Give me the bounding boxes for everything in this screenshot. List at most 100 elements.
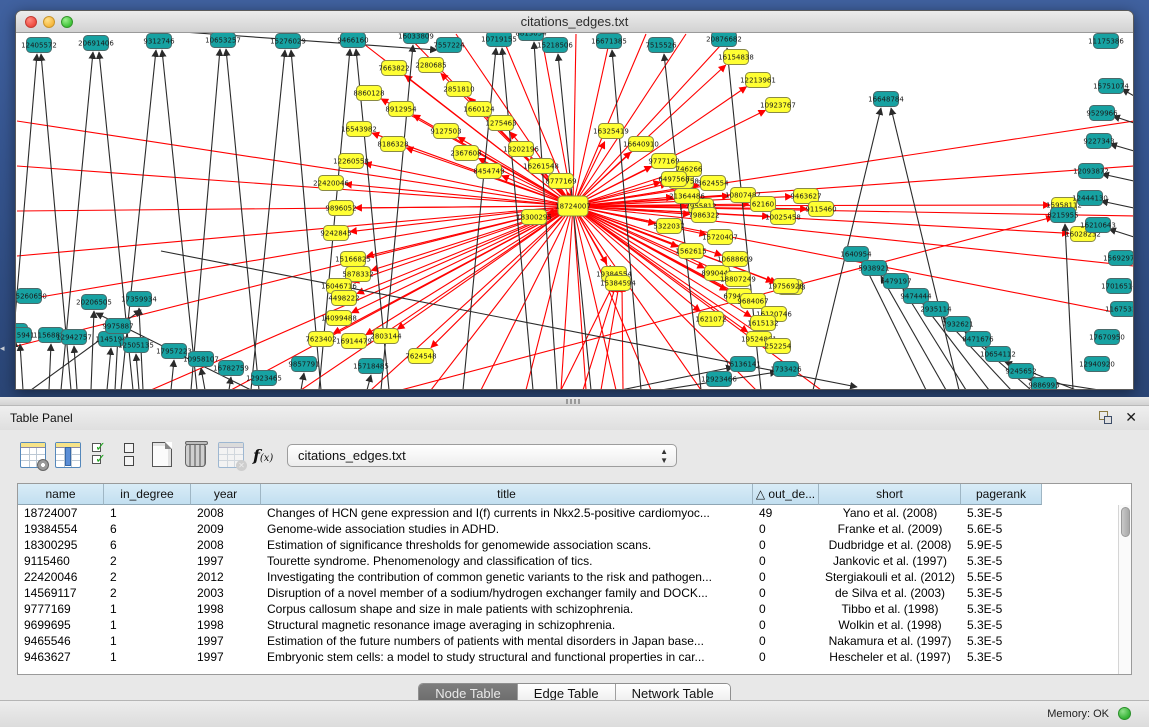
table-settings-button[interactable]	[20, 442, 46, 468]
citation-edge[interactable]	[91, 311, 94, 390]
split-divider[interactable]	[0, 397, 1149, 406]
cell-pagerank: 5.6E-5	[961, 521, 1042, 537]
column-header-short[interactable]: short	[819, 484, 961, 505]
panel-title: Table Panel	[10, 411, 73, 425]
graph-node-label: 10719155	[481, 36, 517, 44]
table-row[interactable]: 977716911998Corpus callosum shape and si…	[18, 601, 1120, 617]
close-panel-icon[interactable]: ✕	[1125, 409, 1137, 426]
table-row[interactable]: 946554611997Estimation of the future num…	[18, 633, 1120, 649]
citation-edge[interactable]	[1065, 224, 1073, 390]
trash-icon	[185, 444, 206, 467]
table-header-row: namein_degreeyeartitle△ out_de...shortpa…	[18, 484, 1042, 505]
table-row[interactable]: 946362711997Embryonic stem cells: a mode…	[18, 649, 1120, 665]
citation-edge[interactable]	[622, 285, 623, 390]
citation-edge[interactable]	[1109, 229, 1133, 237]
citation-edge[interactable]	[201, 368, 205, 390]
table-row[interactable]: 1830029562008Estimation of significance …	[18, 537, 1120, 553]
citation-edge[interactable]	[573, 34, 646, 206]
citation-edge[interactable]	[17, 206, 573, 256]
graph-node-label: 3915941	[16, 332, 35, 340]
cell-title: Genome-wide association studies in ADHD.	[261, 521, 753, 537]
citation-edge[interactable]	[301, 373, 304, 390]
table-row[interactable]: 2242004622012Investigating the contribut…	[18, 569, 1120, 585]
column-header-year[interactable]: year	[191, 484, 261, 505]
vertical-scrollbar[interactable]	[1118, 505, 1131, 674]
network-canvas[interactable]: 1240557220691406931274610653257152760299…	[16, 33, 1133, 389]
citation-edge[interactable]	[191, 49, 220, 390]
graph-node-label: 8215955	[1047, 212, 1078, 220]
graph-node-label: 16914479	[336, 338, 372, 346]
citation-edge[interactable]	[583, 285, 616, 390]
delete-column-button[interactable]	[183, 442, 209, 468]
citation-edge[interactable]	[107, 348, 111, 390]
row-options-button[interactable]	[118, 442, 140, 468]
table-row[interactable]: 1456911722003Disruption of a novel membe…	[18, 585, 1120, 601]
graph-node-label: 16671385	[591, 38, 627, 46]
citation-edge[interactable]	[431, 206, 573, 348]
scrollbar-thumb[interactable]	[1121, 507, 1130, 537]
column-header-title[interactable]: title	[261, 484, 753, 505]
cell-title: Structural magnetic resonance image aver…	[261, 617, 753, 633]
column-header-in_degree[interactable]: in_degree	[104, 484, 191, 505]
cell-name: 9115460	[18, 553, 104, 569]
splitter-collapse-icon[interactable]: ◂	[0, 341, 8, 355]
citation-edge[interactable]	[355, 206, 573, 208]
citation-edge[interactable]	[366, 206, 573, 335]
graph-node-label: 9474444	[900, 293, 932, 301]
cell-name: 14569117	[18, 585, 104, 601]
citation-edge[interactable]	[136, 354, 139, 390]
citation-edge[interactable]	[17, 206, 573, 346]
graph-node-label: 15718485	[353, 363, 389, 371]
citation-edge[interactable]	[573, 34, 611, 206]
new-table-button[interactable]	[150, 442, 176, 468]
network-window[interactable]: citations_edges.txt 1240557220691406931	[15, 10, 1134, 390]
citation-edge[interactable]	[431, 206, 573, 390]
citation-edge[interactable]	[481, 206, 573, 390]
table-row[interactable]: 1872400712008Changes of HCN gene express…	[18, 505, 1120, 521]
graph-node-label: 5878332	[342, 271, 373, 279]
graph-node-label: 12260558	[333, 158, 369, 166]
memory-status-label: Memory: OK	[1047, 708, 1109, 720]
citation-edge[interactable]	[561, 206, 573, 390]
graph-node-label: 22420046	[313, 180, 349, 188]
cell-pagerank: 5.3E-5	[961, 649, 1042, 665]
node-table: namein_degreeyeartitle△ out_de...shortpa…	[17, 483, 1132, 675]
citation-edge[interactable]	[463, 48, 496, 390]
float-panel-icon[interactable]	[1099, 411, 1113, 425]
table-body: 1872400712008Changes of HCN gene express…	[18, 505, 1120, 665]
table-row[interactable]: 1938455462009Genome-wide association stu…	[18, 521, 1120, 537]
citation-edge[interactable]	[74, 346, 77, 390]
citation-edge[interactable]	[20, 344, 23, 390]
citation-edge[interactable]	[405, 75, 573, 206]
show-columns-button[interactable]	[55, 442, 81, 468]
window-titlebar[interactable]: citations_edges.txt	[16, 11, 1133, 33]
column-header-out_de[interactable]: △ out_de...	[753, 484, 819, 505]
cell-out_de: 49	[753, 505, 819, 521]
citation-edge[interactable]	[171, 360, 174, 390]
graph-node-label: 6479197	[880, 278, 911, 286]
function-builder-button[interactable]: f(x)	[253, 446, 273, 465]
citation-edge[interactable]	[49, 344, 51, 390]
memory-ok-indicator[interactable]	[1118, 707, 1131, 720]
column-header-name[interactable]: name	[18, 484, 104, 505]
table-row[interactable]: 911546021997Tourette syndrome. Phenomeno…	[18, 553, 1120, 569]
table-row[interactable]: 969969511998Structural magnetic resonanc…	[18, 617, 1120, 633]
citation-edge[interactable]	[226, 49, 259, 390]
citation-edge[interactable]	[17, 206, 573, 301]
cell-name: 9465546	[18, 633, 104, 649]
table-source-dropdown[interactable]: citations_edges.txt ▲▼	[287, 444, 677, 467]
cell-title: Investigating the contribution of common…	[261, 569, 753, 585]
citation-edge[interactable]	[162, 50, 197, 390]
citation-edge[interactable]	[891, 108, 959, 390]
graph-node-label: 16033809	[398, 33, 434, 41]
graph-node-label: 9857791	[288, 361, 319, 369]
cell-year: 2003	[191, 585, 261, 601]
column-header-pagerank[interactable]: pagerank	[961, 484, 1042, 505]
cell-title: Estimation of the future numbers of pati…	[261, 633, 753, 649]
select-all-button[interactable]: ✓ ✓	[92, 442, 112, 468]
divider-grip-icon[interactable]	[566, 399, 580, 404]
citation-edge[interactable]	[367, 375, 371, 390]
graph-node-label: 12505135	[118, 342, 154, 350]
citation-network-graph[interactable]: 1240557220691406931274610653257152760299…	[16, 33, 1133, 390]
cell-year: 1997	[191, 633, 261, 649]
